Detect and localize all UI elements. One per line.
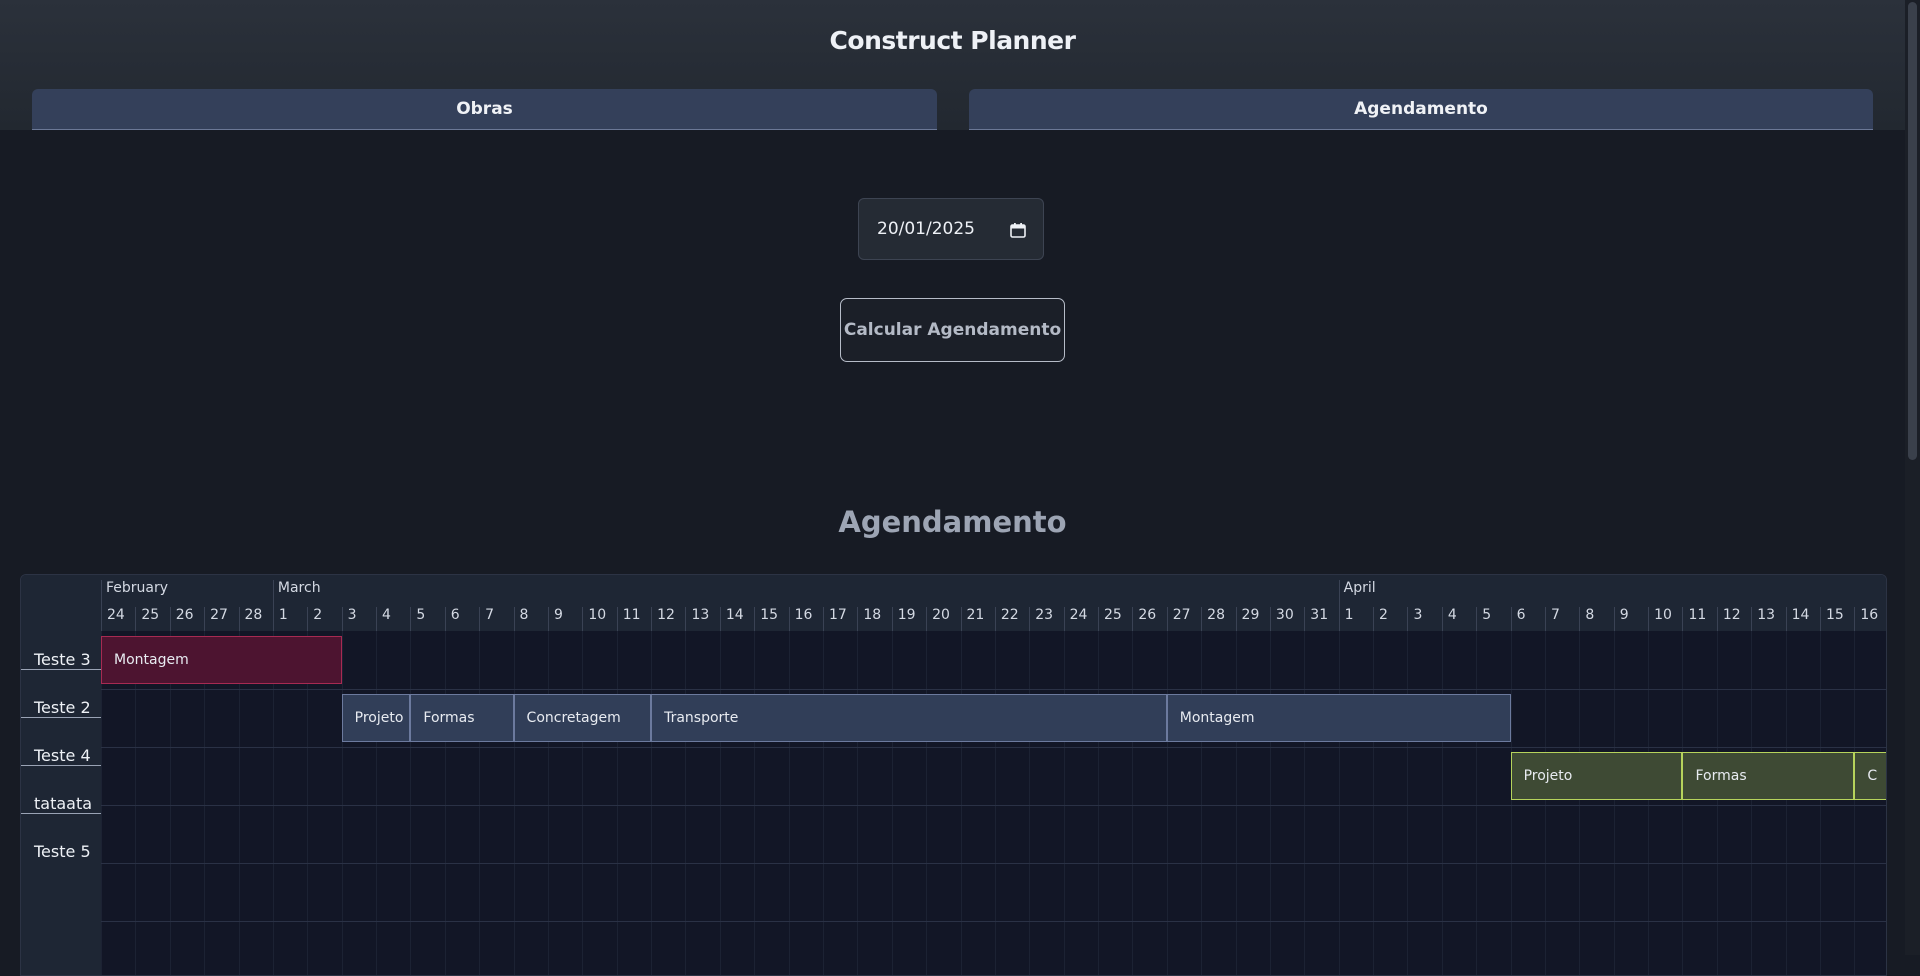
date-input[interactable]: 20/01/2025 xyxy=(858,198,1044,260)
grid-line xyxy=(1716,631,1718,975)
row-separator xyxy=(101,747,1886,748)
grid-line xyxy=(1544,631,1546,975)
page-scrollbar[interactable] xyxy=(1905,0,1920,955)
row-separator xyxy=(101,805,1886,806)
row-separator xyxy=(101,689,1886,690)
grid-line xyxy=(1682,631,1684,975)
grid-line xyxy=(1063,631,1065,975)
tab-obras[interactable]: Obras xyxy=(32,89,937,130)
grid-line xyxy=(1476,631,1478,975)
grid-line xyxy=(685,631,687,975)
grid-line xyxy=(1613,631,1615,975)
grid-line xyxy=(857,631,859,975)
grid-line xyxy=(1441,631,1443,975)
grid-line xyxy=(926,631,928,975)
grid-line xyxy=(754,631,756,975)
grid-line xyxy=(822,631,824,975)
gantt-chart: 24 25 26 27 28 1 2 3 4 5 6 7 8 9 10 11 12 13 14 15 16 17 18 19 2… xyxy=(20,574,1887,976)
scrollbar-thumb[interactable] xyxy=(1908,2,1917,460)
grid-line xyxy=(1098,631,1100,975)
grid-line xyxy=(616,631,618,975)
task-bar[interactable]: Transporte xyxy=(651,694,1167,742)
grid-line xyxy=(479,631,481,975)
grid-line xyxy=(547,631,549,975)
task-bar[interactable]: C xyxy=(1854,752,1886,800)
grid-line xyxy=(582,631,584,975)
gantt-timeline-header: 24 25 26 27 28 1 2 3 4 5 6 7 8 9 10 11 12 13 14 15 16 17 18 19 2… xyxy=(101,575,1886,631)
tab-agendamento[interactable]: Agendamento xyxy=(969,89,1873,130)
grid-line xyxy=(719,631,721,975)
grid-line xyxy=(1579,631,1581,975)
task-bar[interactable]: Formas xyxy=(410,694,514,742)
calculate-schedule-button[interactable]: Calcular Agendamento xyxy=(840,298,1065,362)
grid-line xyxy=(1338,631,1340,975)
grid-line xyxy=(376,631,378,975)
month-label: March xyxy=(272,580,1339,630)
app-title: Construct Planner xyxy=(829,26,1076,55)
grid-line xyxy=(1751,631,1753,975)
grid-line xyxy=(1166,631,1168,975)
row-label: Teste 3 xyxy=(21,650,101,670)
grid-line xyxy=(341,631,343,975)
task-bar[interactable]: Projeto xyxy=(341,694,411,742)
gantt-row-header xyxy=(21,575,102,975)
grid-line xyxy=(513,631,515,975)
grid-line xyxy=(788,631,790,975)
task-bar[interactable]: Concretagem xyxy=(513,694,652,742)
row-label: tataata xyxy=(21,794,101,814)
grid-line xyxy=(651,631,653,975)
row-label: Teste 2 xyxy=(21,698,101,718)
grid-line xyxy=(1029,631,1031,975)
grid-line xyxy=(1373,631,1375,975)
grid-line xyxy=(1510,631,1512,975)
row-label: Teste 5 xyxy=(34,842,91,861)
grid-line xyxy=(994,631,996,975)
grid-line xyxy=(1269,631,1271,975)
grid-line xyxy=(1201,631,1203,975)
grid-line xyxy=(1820,631,1821,975)
calendar-icon[interactable] xyxy=(1010,223,1026,243)
month-label: April xyxy=(1338,580,1886,630)
schedule-title: Agendamento xyxy=(838,505,1067,539)
grid-line xyxy=(1132,631,1134,975)
grid-line xyxy=(960,631,962,975)
row-separator xyxy=(101,863,1886,864)
task-bar[interactable]: Montagem xyxy=(1166,694,1511,742)
app-header: Construct Planner Obras Agendamento xyxy=(0,0,1905,130)
row-separator xyxy=(101,921,1886,922)
grid-line xyxy=(1304,631,1306,975)
grid-line xyxy=(1785,631,1787,975)
grid-line xyxy=(444,631,446,975)
date-value: 20/01/2025 xyxy=(877,219,975,239)
row-label: Teste 4 xyxy=(21,746,101,766)
grid-line xyxy=(1407,631,1409,975)
grid-line xyxy=(1854,631,1856,975)
grid-line xyxy=(1235,631,1237,975)
month-label: February xyxy=(101,580,273,630)
grid-line xyxy=(410,631,412,975)
grid-line xyxy=(1648,631,1650,975)
task-bar[interactable]: Montagem xyxy=(101,636,342,684)
task-bar[interactable]: Formas xyxy=(1682,752,1855,800)
grid-line xyxy=(891,631,893,975)
task-bar[interactable]: Projeto xyxy=(1510,752,1683,800)
